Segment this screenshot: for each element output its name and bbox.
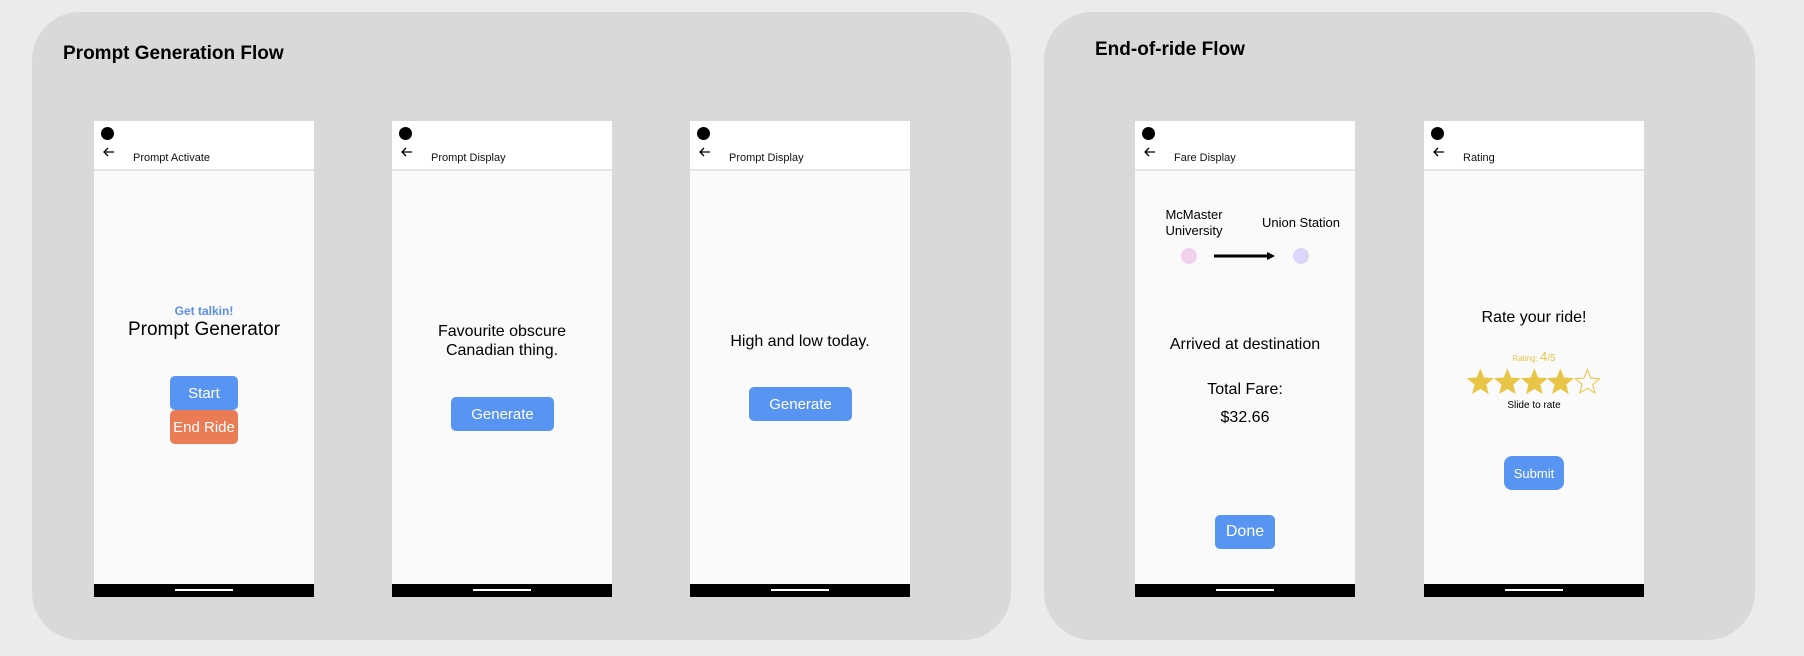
system-nav-bar: [1424, 584, 1644, 597]
total-fare-value: $32.66: [1220, 409, 1270, 426]
system-nav-bar: [94, 584, 314, 597]
app-bar: Rating: [1424, 121, 1644, 171]
origin-line-2: University: [1165, 223, 1223, 238]
slide-hint: Slide to rate: [1507, 400, 1561, 411]
appbar-title: Prompt Display: [431, 152, 506, 164]
flow-title: End-of-ride Flow: [1095, 39, 1245, 60]
rating-prefix: Rating:: [1512, 354, 1540, 363]
arrival-status: Arrived at destination: [1169, 336, 1321, 353]
camera-dot-icon: [399, 127, 412, 140]
end-ride-button[interactable]: End Ride: [170, 410, 238, 444]
system-nav-bar: [392, 584, 612, 597]
arrow-left-icon[interactable]: [699, 147, 711, 157]
prompt-text: High and low today.: [730, 333, 870, 350]
star-filled-icon[interactable]: [1467, 368, 1494, 395]
app-bar: Prompt Display: [690, 121, 910, 171]
appbar-title: Fare Display: [1174, 152, 1236, 164]
done-button[interactable]: Done: [1215, 515, 1275, 549]
rating-suffix: /5: [1547, 353, 1556, 364]
star-filled-icon[interactable]: [1493, 368, 1521, 395]
rating-readout: Rating: 4/5: [1424, 348, 1644, 366]
appbar-title: Rating: [1463, 152, 1495, 164]
arrow-left-icon[interactable]: [1144, 147, 1156, 157]
home-indicator[interactable]: [1505, 589, 1563, 591]
arrow-left-icon[interactable]: [1433, 147, 1445, 157]
prompt-text-line-1: Favourite obscure: [437, 323, 567, 340]
star-filled-icon[interactable]: [1520, 368, 1548, 395]
home-indicator[interactable]: [175, 589, 233, 591]
camera-dot-icon: [1142, 127, 1155, 140]
appbar-title: Prompt Activate: [133, 152, 211, 164]
destination-label: Union Station: [1261, 215, 1341, 230]
destination-dot: [1293, 248, 1309, 264]
start-button[interactable]: Start: [170, 376, 238, 410]
star-rating-slider[interactable]: [1467, 368, 1601, 398]
home-indicator[interactable]: [771, 589, 829, 591]
prompt-generation-flow-panel: Prompt Generation Flow Prompt Activate G…: [32, 12, 1011, 640]
phone-prompt-activate: Prompt Activate Get talkin! Prompt Gener…: [94, 121, 314, 597]
origin-dot: [1181, 248, 1197, 264]
app-bar: Prompt Activate: [94, 121, 314, 171]
page-heading: Prompt Generator: [127, 319, 281, 340]
arrow-right-icon: [1214, 252, 1275, 260]
phone-prompt-display-2: Prompt Display High and low today. Gener…: [690, 121, 910, 597]
prompt-text-line-2: Canadian thing.: [445, 342, 559, 359]
system-nav-bar: [1135, 584, 1355, 597]
system-nav-bar: [690, 584, 910, 597]
origin-label: McMaster University: [1149, 207, 1239, 239]
camera-dot-icon: [1431, 127, 1444, 140]
arrow-left-icon[interactable]: [103, 147, 115, 157]
submit-button[interactable]: Submit: [1504, 456, 1564, 490]
camera-dot-icon: [697, 127, 710, 140]
end-of-ride-flow-panel: End-of-ride Flow Fare Display McMaster U…: [1044, 12, 1755, 640]
camera-dot-icon: [101, 127, 114, 140]
total-fare-label: Total Fare:: [1207, 381, 1283, 398]
origin-line-1: McMaster: [1165, 207, 1223, 222]
generate-button[interactable]: Generate: [451, 397, 554, 431]
phone-fare-display: Fare Display McMaster University Union S…: [1135, 121, 1355, 597]
app-bar: Fare Display: [1135, 121, 1355, 171]
phone-prompt-display-1: Prompt Display Favourite obscure Canadia…: [392, 121, 612, 597]
appbar-title: Prompt Display: [729, 152, 804, 164]
phone-rating: Rating Rate your ride! Rating: 4/5 Slide…: [1424, 121, 1644, 597]
app-bar: Prompt Display: [392, 121, 612, 171]
rating-heading: Rate your ride!: [1481, 309, 1587, 326]
generate-button[interactable]: Generate: [749, 387, 852, 421]
star-empty-icon[interactable]: [1574, 368, 1601, 395]
kicker-text: Get talkin!: [174, 304, 234, 318]
star-filled-icon[interactable]: [1547, 368, 1575, 395]
home-indicator[interactable]: [1216, 589, 1274, 591]
arrow-left-icon[interactable]: [401, 147, 413, 157]
home-indicator[interactable]: [473, 589, 531, 591]
flow-title: Prompt Generation Flow: [63, 43, 284, 64]
